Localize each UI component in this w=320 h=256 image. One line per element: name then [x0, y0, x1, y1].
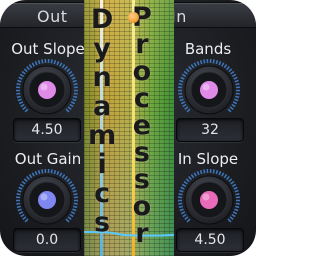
word2-letter: o	[132, 56, 152, 87]
out-header: Out	[0, 2, 88, 28]
out-gain-label: Out Gain	[14, 150, 82, 168]
plugin-window: Out In Dynamics Processor Out Slope 4.50…	[0, 0, 256, 256]
out-slope-value[interactable]: 4.50	[13, 118, 81, 142]
word1-letter: i	[97, 149, 107, 180]
out-header-label: Out	[37, 7, 68, 26]
word1-letter: s	[94, 207, 111, 238]
out-slope-knob[interactable]	[15, 58, 79, 122]
word2-letter: o	[132, 191, 152, 222]
out-gain-knob[interactable]	[15, 168, 79, 232]
word2-letter: e	[132, 110, 152, 141]
word1-letter: c	[94, 178, 111, 209]
title-processor: Processor	[132, 4, 152, 247]
word1-letter: D	[90, 4, 114, 35]
word2-letter: r	[135, 29, 149, 60]
bands-value[interactable]: 32	[176, 118, 244, 142]
word2-letter: c	[133, 83, 150, 114]
in-slope-value[interactable]: 4.50	[176, 228, 244, 252]
word2-letter: r	[135, 218, 149, 249]
in-header: In	[170, 2, 256, 28]
out-slope-label: Out Slope	[11, 40, 85, 58]
in-slope-knob[interactable]	[177, 168, 241, 232]
word1-letter: m	[88, 120, 117, 151]
out-gain-value[interactable]: 0.0	[13, 228, 81, 252]
word2-letter: s	[133, 164, 150, 195]
word2-letter: s	[133, 137, 150, 168]
bands-label: Bands	[184, 40, 232, 58]
in-slope-label: In Slope	[177, 150, 239, 168]
word1-letter: a	[92, 91, 112, 122]
bands-knob[interactable]	[177, 58, 241, 122]
indicator-led	[128, 12, 139, 23]
word1-letter: n	[92, 62, 112, 93]
